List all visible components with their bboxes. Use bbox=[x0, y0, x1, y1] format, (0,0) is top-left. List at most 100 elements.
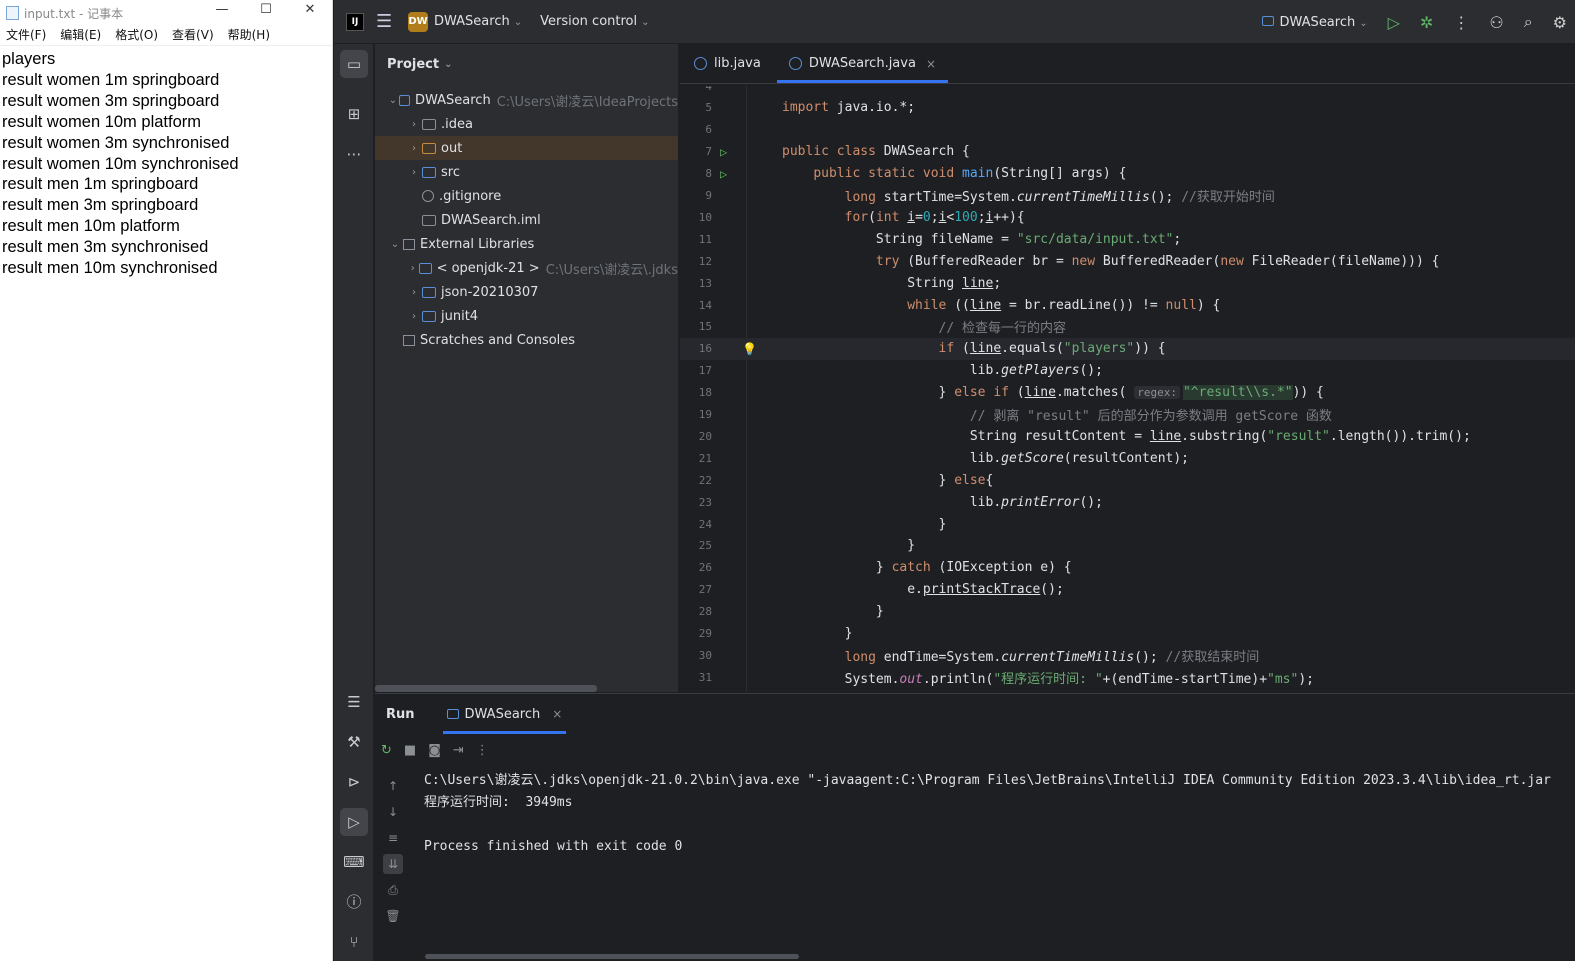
code-line[interactable]: 7 ▷ public class DWASearch { bbox=[680, 141, 1575, 163]
exit-icon[interactable]: ⇥ bbox=[453, 743, 464, 758]
code-line[interactable]: 12 try (BufferedReader br = new Buffered… bbox=[680, 250, 1575, 272]
tree-item[interactable]: › out bbox=[375, 136, 678, 160]
rerun-icon[interactable]: ↻ bbox=[381, 743, 392, 758]
menu-file[interactable]: 文件(F) bbox=[6, 26, 46, 45]
debug-icon[interactable]: ✲ bbox=[1420, 13, 1433, 32]
structure-tool-icon[interactable]: ⊞ bbox=[340, 100, 368, 128]
run-icon[interactable]: ▷ bbox=[1388, 13, 1400, 32]
camera-icon[interactable]: ◙ bbox=[428, 743, 441, 758]
code-line[interactable]: 24 } bbox=[680, 513, 1575, 535]
bookmarks-icon[interactable]: ☰ bbox=[340, 688, 368, 716]
close-tab-icon[interactable]: × bbox=[926, 57, 936, 71]
tree-item[interactable]: ⌄ External Libraries bbox=[375, 232, 678, 256]
horizontal-scrollbar[interactable] bbox=[375, 685, 597, 692]
add-user-icon[interactable]: ⚇ bbox=[1489, 13, 1503, 32]
code-line[interactable]: 30 long endTime=System.currentTimeMillis… bbox=[680, 644, 1575, 666]
soft-wrap-icon[interactable]: ≡ bbox=[383, 828, 403, 848]
lightbulb-icon[interactable]: 💡 bbox=[712, 342, 782, 356]
code-line[interactable]: 10 for(int i=0;i<100;i++){ bbox=[680, 206, 1575, 228]
menu-edit[interactable]: 编辑(E) bbox=[60, 26, 101, 45]
run-gutter-icon[interactable]: ▷ bbox=[712, 145, 750, 159]
code-line[interactable]: 23 lib.printError(); bbox=[680, 491, 1575, 513]
code-line[interactable]: 11 String fileName = "src/data/input.txt… bbox=[680, 228, 1575, 250]
problems-icon[interactable]: ⓘ bbox=[340, 888, 368, 916]
services-icon[interactable]: ⊳ bbox=[340, 768, 368, 796]
terminal-icon[interactable]: ⌨ bbox=[340, 848, 368, 876]
tree-item[interactable]: › src bbox=[375, 160, 678, 184]
stop-icon[interactable]: ■ bbox=[404, 743, 416, 758]
chevron-right-icon[interactable]: › bbox=[406, 119, 422, 130]
scroll-down-icon[interactable]: ↓ bbox=[383, 802, 403, 822]
code-editor[interactable]: 4 5 import java.io.*; 6 7 ▷ public class DWASe… bbox=[680, 86, 1575, 692]
code-line[interactable]: 13 String line; bbox=[680, 272, 1575, 294]
chevron-down-icon[interactable]: ⌄ bbox=[387, 239, 403, 250]
more-actions-icon[interactable]: ⋮ bbox=[1453, 13, 1469, 32]
console-output[interactable]: C:\Users\谢凌云\.jdks\openjdk-21.0.2\bin\ja… bbox=[424, 770, 1575, 858]
tree-item[interactable]: ⌄ DWASearch C:\Users\谢凌云\IdeaProjects bbox=[375, 88, 678, 112]
code-line[interactable]: 25 } bbox=[680, 535, 1575, 557]
code-line[interactable]: 21 lib.getScore(resultContent); bbox=[680, 447, 1575, 469]
run-gutter-icon[interactable]: ▷ bbox=[712, 167, 750, 181]
close-icon[interactable]: ✕ bbox=[288, 2, 332, 17]
project-tool-icon[interactable]: ▭ bbox=[340, 50, 368, 78]
code-line[interactable]: 15 // 检查每一行的内容 bbox=[680, 316, 1575, 338]
build-icon[interactable]: ⚒ bbox=[340, 728, 368, 756]
minimize-icon[interactable]: — bbox=[200, 2, 244, 17]
code-line[interactable]: 29 } bbox=[680, 623, 1575, 645]
code-line[interactable]: 4 bbox=[680, 86, 1575, 97]
chevron-right-icon[interactable]: › bbox=[406, 167, 422, 178]
more-tools-icon[interactable]: ⋯ bbox=[340, 140, 368, 168]
notepad-text-area[interactable]: players result women 1m springboard result… bbox=[0, 46, 332, 282]
project-panel-header[interactable]: Project ⌄ bbox=[375, 44, 678, 84]
tree-item[interactable]: › junit4 bbox=[375, 304, 678, 328]
trash-icon[interactable]: 🗑 bbox=[383, 906, 403, 926]
code-line[interactable]: 9 long startTime=System.currentTimeMilli… bbox=[680, 185, 1575, 207]
horizontal-scrollbar[interactable] bbox=[425, 954, 799, 959]
menu-format[interactable]: 格式(O) bbox=[115, 26, 158, 45]
print-icon[interactable]: ⎙ bbox=[383, 880, 403, 900]
code-line[interactable]: 17 lib.getPlayers(); bbox=[680, 360, 1575, 382]
main-menu-icon[interactable]: ☰ bbox=[376, 11, 396, 32]
code-line[interactable]: 20 String resultContent = line.substring… bbox=[680, 425, 1575, 447]
chevron-right-icon[interactable]: › bbox=[406, 311, 422, 322]
chevron-right-icon[interactable]: › bbox=[406, 263, 419, 274]
chevron-right-icon[interactable]: › bbox=[406, 287, 422, 298]
tree-item[interactable]: › json-20210307 bbox=[375, 280, 678, 304]
code-line[interactable]: 5 import java.io.*; bbox=[680, 97, 1575, 119]
menu-view[interactable]: 查看(V) bbox=[172, 26, 214, 45]
code-line[interactable]: 8 ▷ public static void main(String[] args… bbox=[680, 163, 1575, 185]
chevron-down-icon[interactable]: ⌄ bbox=[387, 95, 399, 106]
tree-item[interactable]: › .idea bbox=[375, 112, 678, 136]
chevron-right-icon[interactable]: › bbox=[406, 143, 422, 154]
tree-item[interactable]: .gitignore bbox=[375, 184, 678, 208]
tree-item[interactable]: DWASearch.iml bbox=[375, 208, 678, 232]
run-config-selector[interactable]: DWASearch ⌄ bbox=[1261, 15, 1368, 30]
tab-dwasearch-java[interactable]: DWASearch.java × bbox=[775, 44, 950, 83]
code-line[interactable]: 22 } else{ bbox=[680, 469, 1575, 491]
tree-item[interactable]: Scratches and Consoles bbox=[375, 328, 678, 352]
project-switcher[interactable]: DWASearch ⌄ bbox=[434, 14, 522, 29]
scroll-up-icon[interactable]: ↑ bbox=[383, 776, 403, 796]
code-line[interactable]: 26 } catch (IOException e) { bbox=[680, 557, 1575, 579]
vcs-menu[interactable]: Version control ⌄ bbox=[540, 14, 649, 29]
code-line[interactable]: 27 e.printStackTrace(); bbox=[680, 579, 1575, 601]
git-icon[interactable]: ⑂ bbox=[340, 928, 368, 956]
code-line[interactable]: 6 bbox=[680, 119, 1575, 141]
code-line[interactable]: 28 } bbox=[680, 601, 1575, 623]
tab-lib-java[interactable]: lib.java bbox=[680, 44, 775, 83]
menu-help[interactable]: 帮助(H) bbox=[228, 26, 270, 45]
search-icon[interactable]: ⌕ bbox=[1524, 12, 1533, 32]
code-line[interactable]: 16 💡 if (line.equals("players")) { bbox=[680, 337, 1575, 360]
scroll-to-end-icon[interactable]: ⇊ bbox=[383, 854, 403, 874]
tree-item[interactable]: › < openjdk-21 > C:\Users\谢凌云\.jdks bbox=[375, 256, 678, 280]
code-line[interactable]: 31 System.out.println("程序运行时间: "+(endTim… bbox=[680, 666, 1575, 688]
run-tool-icon[interactable]: ▷ bbox=[340, 808, 368, 836]
maximize-icon[interactable]: ☐ bbox=[244, 2, 288, 17]
run-tab-dwasearch[interactable]: DWASearch × bbox=[442, 694, 567, 734]
close-tab-icon[interactable]: × bbox=[552, 707, 562, 721]
more-actions-icon[interactable]: ⋮ bbox=[476, 743, 489, 758]
code-line[interactable]: 19 // 剥离 "result" 后的部分作为参数调用 getScore 函数 bbox=[680, 404, 1575, 426]
code-line[interactable]: 14 while ((line = br.readLine()) != null… bbox=[680, 294, 1575, 316]
settings-gear-icon[interactable]: ⚙ bbox=[1553, 13, 1567, 32]
code-line[interactable]: 18 } else if (line.matches( regex: "^resu… bbox=[680, 382, 1575, 404]
